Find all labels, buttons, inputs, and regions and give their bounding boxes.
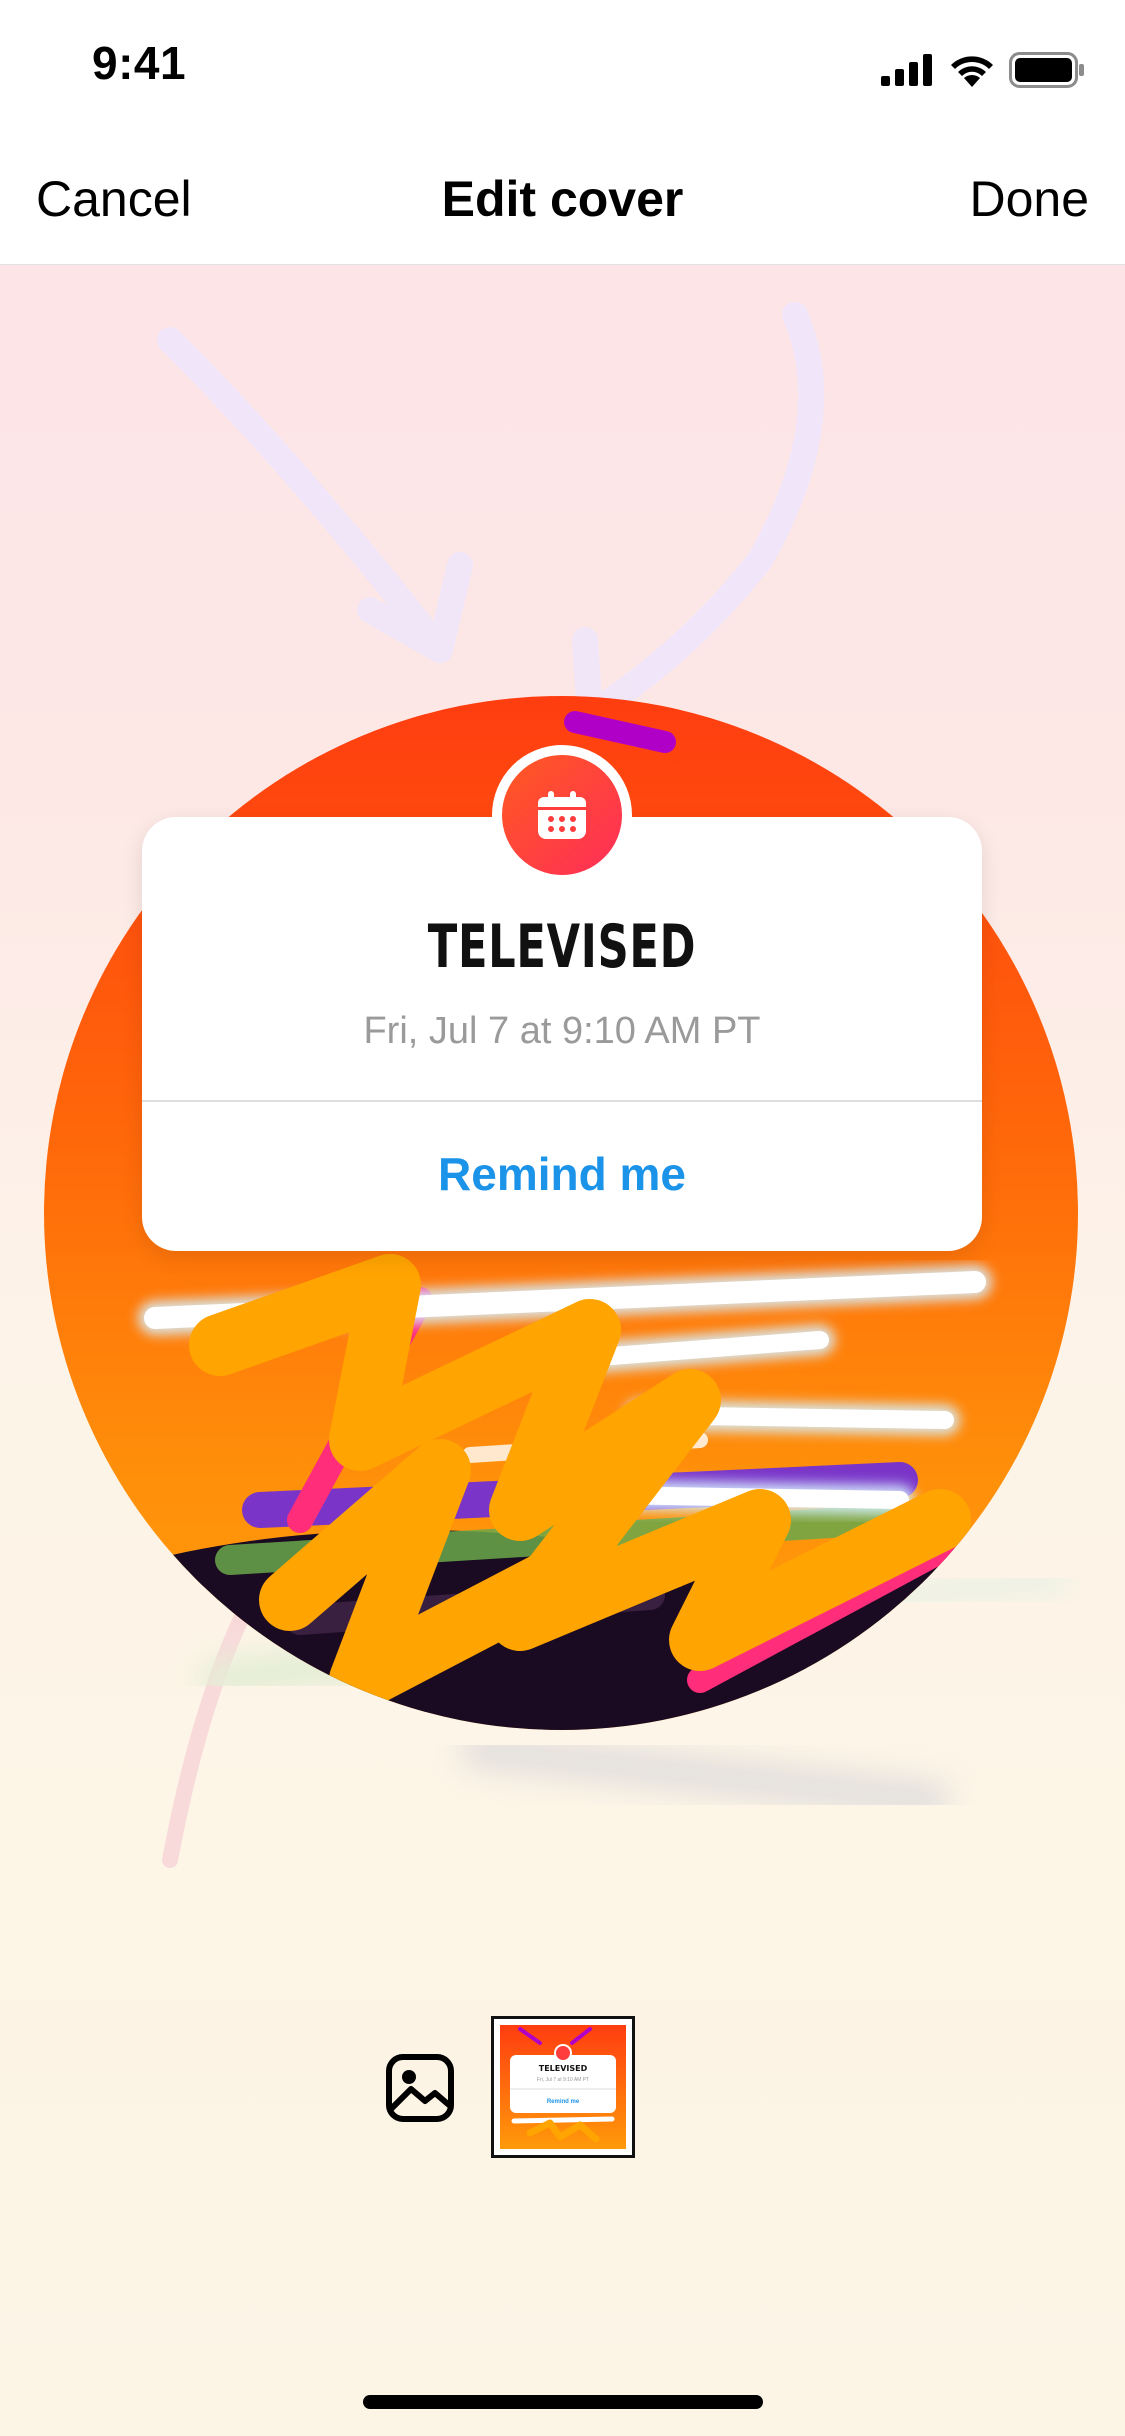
status-bar: 9:41 — [0, 0, 1125, 140]
home-indicator — [363, 2395, 763, 2409]
thumbnail-date: Fri, Jul 7 at 9:10 AM PT — [537, 2077, 589, 2083]
faint-arrow-right — [572, 302, 825, 728]
status-icons — [881, 50, 1085, 90]
nav-bar: Cancel Edit cover Done — [0, 140, 1125, 265]
cellular-signal-icon — [881, 54, 932, 86]
thumbnail-preview: TELEVISED Fri, Jul 7 at 9:10 AM PT Remin… — [500, 2025, 626, 2149]
remind-me-button[interactable]: Remind me — [142, 1147, 982, 1201]
calendar-icon — [538, 791, 586, 839]
faint-arrow-left — [157, 327, 473, 663]
battery-icon — [1009, 52, 1084, 88]
event-date: Fri, Jul 7 at 9:10 AM PT — [363, 1010, 761, 1052]
event-title: TELEVISED — [427, 912, 697, 982]
page-title: Edit cover — [441, 171, 684, 227]
done-button[interactable]: Done — [969, 170, 1089, 228]
thumbnail-title: TELEVISED — [539, 2064, 588, 2073]
status-time: 9:41 — [92, 37, 187, 89]
calendar-badge — [492, 745, 632, 885]
calendar-badge-fill — [502, 755, 622, 875]
cover-thumbnail[interactable]: TELEVISED Fri, Jul 7 at 9:10 AM PT Remin… — [491, 2016, 635, 2158]
card-divider — [142, 1100, 982, 1102]
photo-gallery-icon[interactable] — [385, 2053, 455, 2123]
wifi-icon — [951, 56, 993, 87]
thumbnail-remind: Remind me — [547, 2099, 580, 2105]
